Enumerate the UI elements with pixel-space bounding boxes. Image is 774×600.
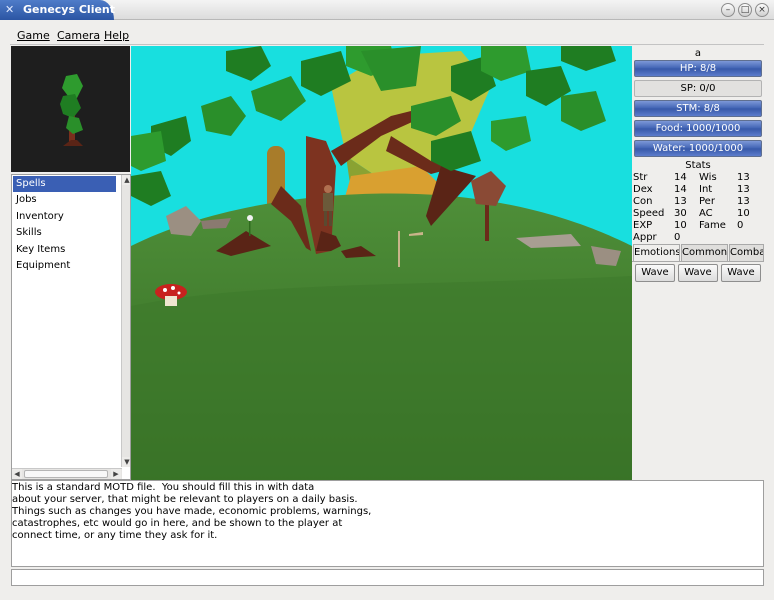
stat-value: 14 <box>674 184 687 195</box>
maximize-icon[interactable]: □ <box>738 3 752 17</box>
motd-line: catastrophes, etc would go in here, and … <box>12 518 343 529</box>
stat-value: 0 <box>674 232 681 243</box>
stat-value: 13 <box>737 196 750 207</box>
stat-value: 10 <box>674 220 687 231</box>
wave-button[interactable]: Wave <box>678 264 718 282</box>
stat-value: 13 <box>674 196 687 207</box>
stat-label: Dex <box>633 184 653 195</box>
hp-bar: HP: 8/8 <box>634 60 762 77</box>
motd-line: This is a standard MOTD file. You should… <box>12 482 315 493</box>
list-item-equipment[interactable]: Equipment <box>13 258 116 274</box>
mushroom-stem <box>165 296 177 306</box>
scroll-thumb[interactable] <box>24 470 108 478</box>
menu-help[interactable]: Help <box>104 30 129 42</box>
stat-value: 13 <box>737 172 750 183</box>
vertical-scrollbar[interactable]: ▲ ▼ <box>121 175 130 467</box>
horizontal-scrollbar[interactable]: ◀ ▶ <box>12 468 122 479</box>
stat-label: Appr <box>633 232 657 243</box>
player-body <box>323 193 333 211</box>
scroll-left-icon[interactable]: ◀ <box>12 469 22 479</box>
stat-value: 10 <box>737 208 750 219</box>
character-panel: a HP: 8/8 SP: 0/0 STM: 8/8 Food: 1000/10… <box>632 46 764 480</box>
category-list: Spells Jobs Inventory Skills Key Items E… <box>11 174 131 480</box>
scroll-down-icon[interactable]: ▼ <box>122 457 130 467</box>
food-bar: Food: 1000/1000 <box>634 120 762 137</box>
stat-value: 14 <box>674 172 687 183</box>
stat-value: 0 <box>737 220 744 231</box>
x-icon: ✕ <box>5 3 15 16</box>
stat-label: Wis <box>699 172 717 183</box>
menu-divider <box>10 44 764 45</box>
motd-line: about your server, that might be relevan… <box>12 494 358 505</box>
menu-help-label: Help <box>104 29 130 42</box>
tab-emotions[interactable]: Emotions <box>633 244 680 262</box>
tab-combat[interactable]: Comba <box>729 244 764 261</box>
list-item-spells[interactable]: Spells <box>13 176 116 192</box>
title-tab: ✕ Genecys Client <box>0 0 116 20</box>
stat-label: Con <box>633 196 653 207</box>
stat-label: Int <box>699 184 713 195</box>
stats-title: Stats <box>685 160 711 171</box>
motd-line: connect time, or any time they ask for i… <box>12 530 218 541</box>
stat-label: Speed <box>633 208 665 219</box>
wave-button[interactable]: Wave <box>635 264 675 282</box>
character-name: a <box>694 48 702 59</box>
list-item-inventory[interactable]: Inventory <box>13 209 116 225</box>
tab-divider <box>632 261 764 262</box>
stat-label: Per <box>699 196 715 207</box>
list-item-skills[interactable]: Skills <box>13 225 116 241</box>
stat-label: Str <box>633 172 648 183</box>
motd-line: Things such as changes you have made, ec… <box>12 506 372 517</box>
stat-label: Fame <box>699 220 726 231</box>
sp-bar: SP: 0/0 <box>634 80 762 97</box>
stat-value: 13 <box>737 184 750 195</box>
motd-text: This is a standard MOTD file. You should… <box>11 480 764 567</box>
menu-game[interactable]: Game <box>17 30 50 42</box>
character-preview <box>11 46 130 172</box>
scroll-right-icon[interactable]: ▶ <box>111 469 121 479</box>
stick <box>398 231 400 267</box>
water-bar: Water: 1000/1000 <box>634 140 762 157</box>
list-item-key-items[interactable]: Key Items <box>13 242 116 258</box>
menu-bar: Game Camera Help <box>0 21 774 45</box>
window-title: Genecys Client <box>23 3 116 16</box>
minimize-icon[interactable]: – <box>721 3 735 17</box>
menu-camera[interactable]: Camera <box>57 30 100 42</box>
title-bar: ✕ Genecys Client – □ × <box>0 0 774 20</box>
menu-game-label: Game <box>17 29 50 42</box>
tab-common[interactable]: Common <box>681 244 728 261</box>
list-item-jobs[interactable]: Jobs <box>13 192 116 208</box>
scroll-up-icon[interactable]: ▲ <box>122 175 130 185</box>
stamina-bar: STM: 8/8 <box>634 100 762 117</box>
stat-value: 30 <box>674 208 687 219</box>
stat-label: AC <box>699 208 713 219</box>
chat-input[interactable] <box>11 569 764 586</box>
menu-camera-label: Camera <box>57 29 101 42</box>
flower <box>247 215 253 221</box>
close-icon[interactable]: × <box>755 3 769 17</box>
wave-button[interactable]: Wave <box>721 264 761 282</box>
game-viewport[interactable] <box>131 46 632 480</box>
player-head <box>324 185 332 193</box>
stat-label: EXP <box>633 220 653 231</box>
